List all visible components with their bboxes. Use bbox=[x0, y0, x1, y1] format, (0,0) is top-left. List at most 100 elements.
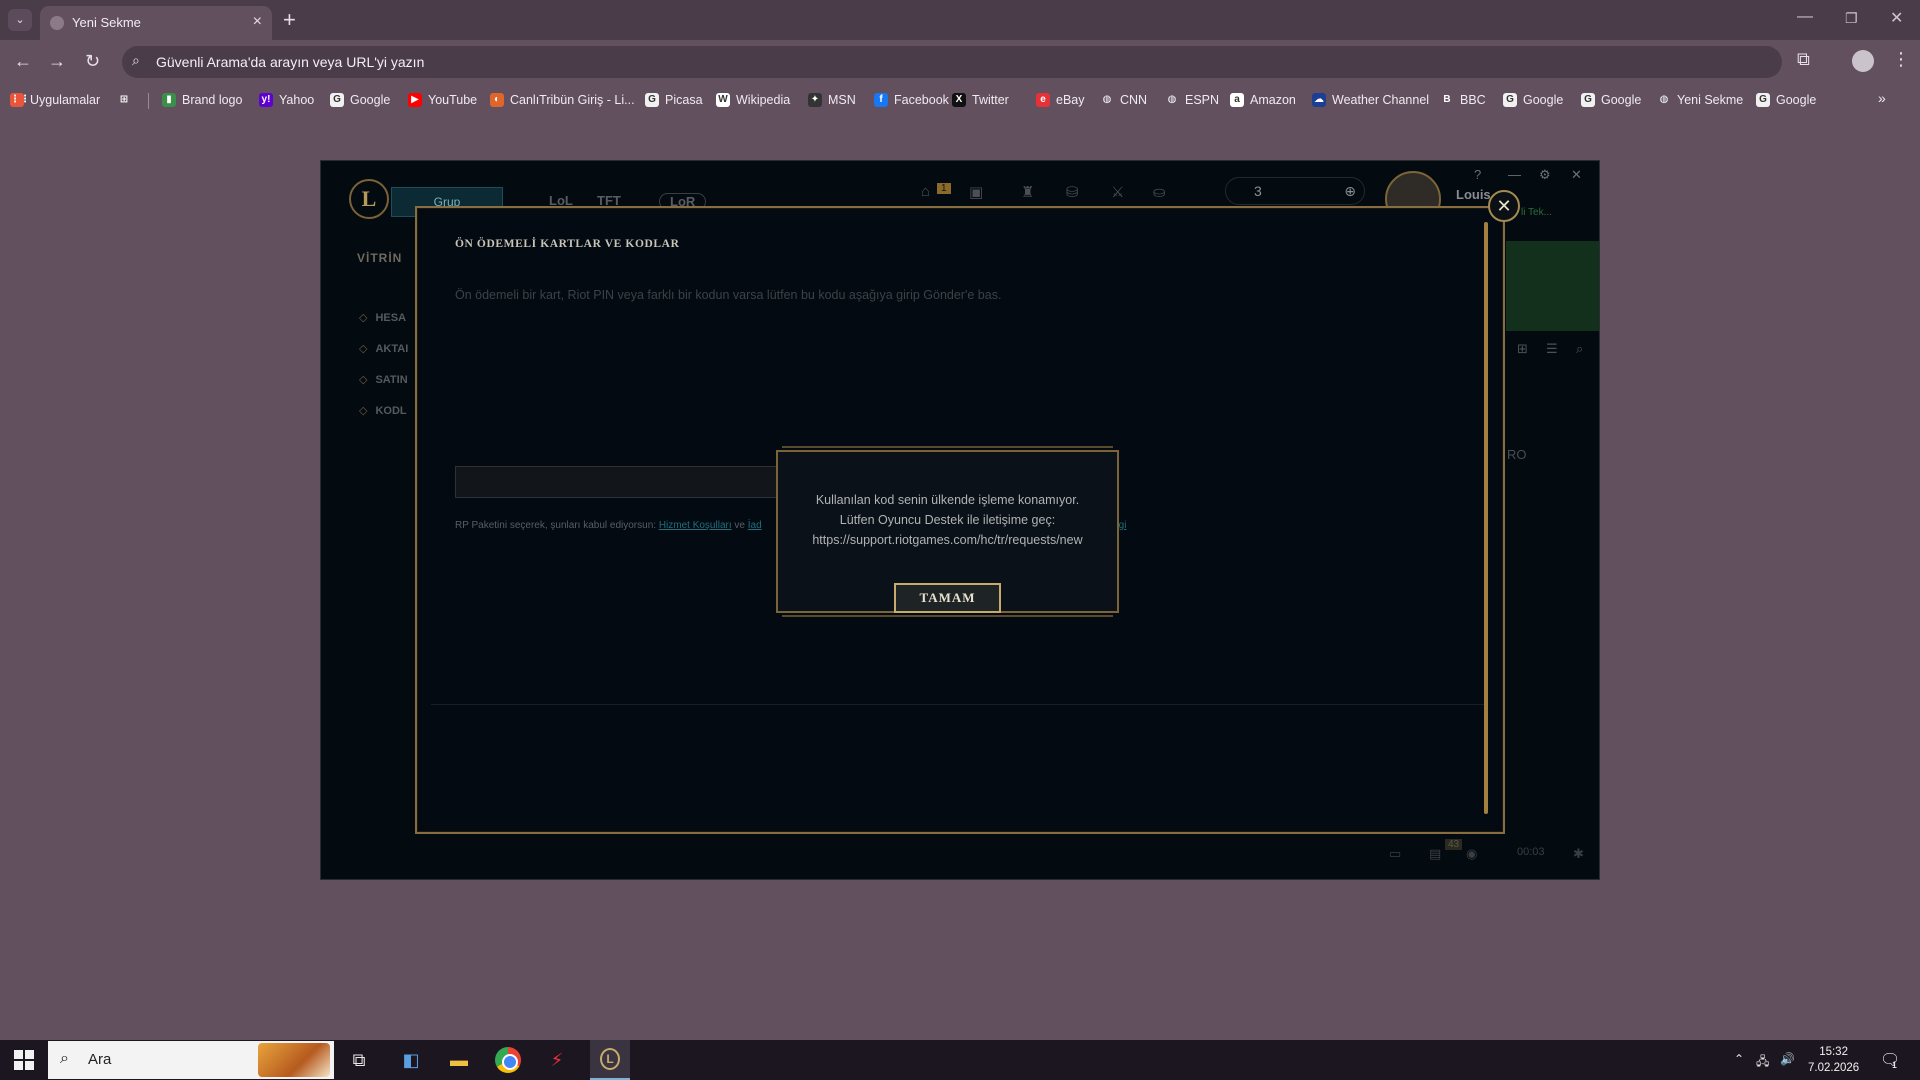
bookmark-item[interactable]: e eBay bbox=[1036, 91, 1085, 109]
bookmark-item[interactable]: ⋮⋮ Uygulamalar bbox=[10, 91, 100, 109]
notification-count-badge: 1 bbox=[937, 183, 951, 194]
bookmark-item[interactable]: ◍ Yeni Sekme bbox=[1657, 91, 1743, 109]
friend-search-icon[interactable]: ⌕ bbox=[1576, 341, 1583, 357]
side-item-purchase[interactable]: SATIN bbox=[359, 373, 407, 386]
clock-date: 7.02.2026 bbox=[1808, 1062, 1860, 1074]
profile-avatar-icon[interactable] bbox=[1852, 50, 1874, 72]
bookmark-item[interactable]: W Wikipedia bbox=[716, 91, 790, 109]
task-view-icon[interactable]: ⧉ bbox=[345, 1046, 373, 1074]
bookmark-item[interactable]: G Picasa bbox=[645, 91, 703, 109]
tab-close-icon[interactable]: × bbox=[253, 13, 262, 31]
profile-icon[interactable]: ▣ bbox=[969, 183, 983, 201]
voice-mic-icon[interactable]: ◉ bbox=[1466, 846, 1477, 862]
new-tab-plus-icon[interactable]: + bbox=[283, 7, 296, 33]
system-clock[interactable]: 15:32 7.02.2026 bbox=[1808, 1044, 1859, 1076]
store-icon[interactable]: ⛀ bbox=[1153, 183, 1166, 201]
bookmark-label: Brand logo bbox=[182, 93, 243, 107]
window-close-icon[interactable]: ✕ bbox=[1890, 8, 1903, 28]
collection-icon[interactable]: ♜ bbox=[1021, 183, 1034, 201]
window-restore-icon[interactable]: ❐ bbox=[1845, 10, 1858, 27]
bookmark-item[interactable]: B BBC bbox=[1440, 91, 1486, 109]
bookmark-item[interactable]: ✦ MSN bbox=[808, 91, 856, 109]
bookmark-label: Picasa bbox=[665, 93, 703, 107]
side-item-transfer[interactable]: AKTAI bbox=[359, 342, 408, 355]
bookmarks-overflow-chevron-icon[interactable]: » bbox=[1878, 90, 1886, 106]
help-icon[interactable]: ? bbox=[1474, 167, 1481, 182]
clash-icon[interactable]: ⚔ bbox=[1111, 183, 1124, 201]
forward-arrow-icon[interactable]: → bbox=[48, 51, 66, 72]
list-icon[interactable]: ☰ bbox=[1546, 341, 1558, 357]
bookmark-item[interactable]: G Google bbox=[330, 91, 390, 109]
dialog-scrollbar[interactable] bbox=[1484, 222, 1488, 814]
bookmark-label: Google bbox=[1523, 93, 1564, 107]
bookmark-label: MSN bbox=[828, 93, 856, 107]
lightning-app-icon[interactable]: ⚡ bbox=[543, 1046, 571, 1074]
network-icon[interactable]: 🖧 bbox=[1756, 1052, 1769, 1073]
weather-channel-icon: ☁ bbox=[1312, 93, 1326, 107]
bookmark-item[interactable]: G Google bbox=[1756, 91, 1816, 109]
home-icon[interactable]: ⌂ bbox=[921, 183, 930, 200]
error-line-1: Kullanılan kod senin ülkende işleme kona… bbox=[815, 493, 1080, 507]
bookmark-label: Twitter bbox=[972, 93, 1009, 107]
reload-icon[interactable]: ↻ bbox=[85, 51, 100, 72]
notification-center-icon[interactable]: 🗨 bbox=[1880, 1050, 1900, 1070]
kebab-menu-icon[interactable]: ⋮ bbox=[1892, 49, 1910, 70]
rp-balance[interactable]: 3 ⊕ bbox=[1225, 177, 1365, 205]
tab-search-chevron-icon[interactable]: ⌄ bbox=[8, 9, 32, 31]
refund-policy-link[interactable]: İad bbox=[748, 520, 762, 531]
bookmark-item[interactable]: f Facebook bbox=[874, 91, 949, 109]
ok-button[interactable]: TAMAM bbox=[894, 583, 1001, 613]
chrome-icon[interactable] bbox=[494, 1046, 522, 1074]
add-friend-icon[interactable]: ⊞ bbox=[1517, 341, 1528, 357]
tray-overflow-chevron-icon[interactable]: ⌃ bbox=[1734, 1052, 1744, 1066]
side-item-codes[interactable]: KODL bbox=[359, 404, 406, 417]
client-minimize-icon[interactable]: — bbox=[1508, 167, 1521, 182]
bookmark-item[interactable]: a Amazon bbox=[1230, 91, 1296, 109]
session-timer: 00:03 bbox=[1517, 846, 1545, 858]
league-client-taskbar-button[interactable]: L bbox=[590, 1040, 630, 1080]
browser-tab-active[interactable]: Yeni Sekme × bbox=[40, 6, 272, 40]
back-arrow-icon[interactable]: ← bbox=[14, 51, 32, 72]
bookmark-item[interactable]: ▶ YouTube bbox=[408, 91, 477, 109]
bookmark-item[interactable]: ⊞ bbox=[117, 91, 137, 109]
add-rp-plus-icon[interactable]: ⊕ bbox=[1344, 178, 1356, 204]
bookmark-item[interactable]: G Google bbox=[1581, 91, 1641, 109]
taskbar-search-box[interactable]: ⌕ Ara bbox=[48, 1041, 334, 1079]
windows-start-icon[interactable] bbox=[14, 1050, 34, 1070]
volume-icon[interactable]: 🔊 bbox=[1780, 1052, 1795, 1066]
bookmark-label: Google bbox=[1601, 93, 1642, 107]
terms-of-service-link[interactable]: Hizmet Koşulları bbox=[659, 520, 732, 531]
dialog-description: Ön ödemeli bir kart, Riot PIN veya farkl… bbox=[455, 288, 1002, 302]
bookmark-item[interactable]: ◐ CanlıTribün Giriş - Li... bbox=[490, 91, 635, 109]
chat-icon[interactable]: ▭ bbox=[1389, 846, 1401, 862]
bookmark-item[interactable]: ▮ Brand logo bbox=[162, 91, 242, 109]
address-bar[interactable]: ⌕ Güvenli Arama'da arayın veya URL'yi ya… bbox=[122, 46, 1782, 78]
bookmark-label: Uygulamalar bbox=[30, 93, 101, 107]
bookmark-item[interactable]: X Twitter bbox=[952, 91, 1009, 109]
bookmark-label: Wikipedia bbox=[736, 93, 791, 107]
bookmark-item[interactable]: ◍ CNN bbox=[1100, 91, 1147, 109]
bookmark-item[interactable]: y! Yahoo bbox=[259, 91, 314, 109]
bug-report-icon[interactable]: ✱ bbox=[1573, 846, 1584, 862]
mission-icon[interactable]: ▤ bbox=[1429, 846, 1441, 862]
globe-icon: ◍ bbox=[1100, 93, 1114, 107]
search-icon: ⌕ bbox=[132, 52, 140, 68]
taskbar-search-icon: ⌕ bbox=[60, 1050, 69, 1067]
extensions-puzzle-icon[interactable]: ⧉ bbox=[1797, 49, 1810, 70]
side-item-account[interactable]: HESA bbox=[359, 311, 406, 324]
client-settings-gear-icon[interactable]: ⚙ bbox=[1539, 167, 1551, 183]
window-minimize-icon[interactable]: — bbox=[1797, 8, 1813, 26]
notification-count: 1 bbox=[1892, 1060, 1898, 1070]
bookmark-item[interactable]: G Google bbox=[1503, 91, 1563, 109]
bookmark-item[interactable]: ☁ Weather Channel bbox=[1312, 91, 1429, 109]
bookmarks-separator bbox=[148, 93, 149, 109]
bookmark-item[interactable]: ◍ ESPN bbox=[1165, 91, 1219, 109]
file-explorer-icon[interactable]: ▬ bbox=[445, 1046, 473, 1074]
bookmark-label: Google bbox=[1776, 93, 1817, 107]
client-close-icon[interactable]: ✕ bbox=[1571, 167, 1582, 183]
bookmark-label: Google bbox=[350, 93, 391, 107]
dialog-close-icon[interactable]: ✕ bbox=[1488, 190, 1520, 222]
taskbar-app-icon[interactable]: ◧ bbox=[397, 1046, 425, 1074]
store-tab-vitrin[interactable]: VİTRİN bbox=[357, 251, 402, 265]
loot-icon[interactable]: ⛁ bbox=[1066, 183, 1079, 201]
